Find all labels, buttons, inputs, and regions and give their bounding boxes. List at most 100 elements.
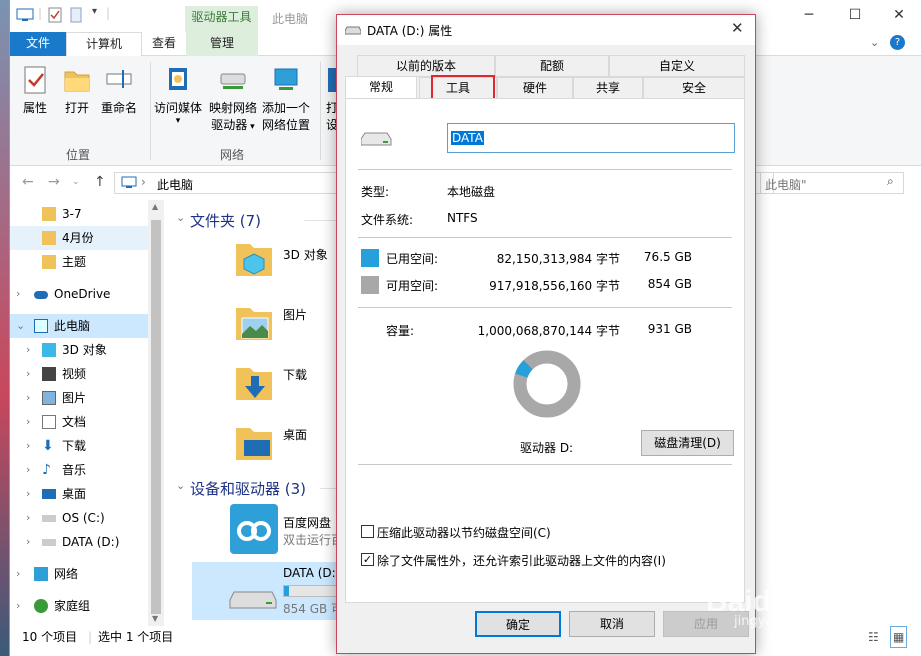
- forward-arrow-icon[interactable]: →: [48, 174, 60, 190]
- qat-separator: |: [38, 6, 43, 20]
- minimize-button[interactable]: ─: [786, 0, 832, 31]
- help-icon[interactable]: ?: [890, 35, 905, 50]
- network-drive-icon: [220, 73, 246, 89]
- compress-checkbox[interactable]: [361, 525, 374, 538]
- nav-label: OS (C:): [62, 511, 105, 525]
- collapse-chevron-icon[interactable]: ⌄: [176, 211, 185, 224]
- status-item-count: 10 个项目: [22, 630, 78, 644]
- up-arrow-icon[interactable]: ↑: [94, 174, 106, 190]
- nav-item-april[interactable]: 4月份: [10, 226, 148, 250]
- volume-name-input[interactable]: DATA: [447, 123, 735, 153]
- nav-item-c-drive[interactable]: › OS (C:): [10, 506, 148, 530]
- homegroup-icon: [34, 599, 48, 613]
- desktop-icon: [42, 489, 56, 499]
- desktop-folder-icon[interactable]: [232, 420, 276, 464]
- hard-drive-icon: [229, 591, 277, 609]
- add-location-label-2: 网络位置: [261, 118, 310, 132]
- tab-security[interactable]: 安全: [643, 77, 745, 99]
- nav-item-homegroup[interactable]: › 家庭组: [10, 594, 148, 618]
- open-button[interactable]: 打开: [62, 64, 92, 117]
- baidu-netdisk-label[interactable]: 百度网盘: [283, 514, 331, 531]
- dialog-title: DATA (D:) 属性: [367, 24, 453, 38]
- baidu-netdisk-icon[interactable]: [230, 504, 278, 554]
- recent-locations-icon[interactable]: ⌄: [72, 177, 80, 187]
- nav-label: 3D 对象: [62, 343, 107, 357]
- map-network-drive-button[interactable]: 映射网络 驱动器 ▾: [208, 64, 258, 136]
- new-folder-qat-icon[interactable]: [70, 7, 82, 23]
- nav-item-d-drive[interactable]: › DATA (D:): [10, 530, 148, 554]
- tab-previous-versions[interactable]: 以前的版本: [357, 55, 495, 77]
- tab-view[interactable]: 查看: [142, 32, 186, 56]
- nav-item-music[interactable]: › ♪ 音乐: [10, 458, 148, 482]
- nav-item-videos[interactable]: › 视频: [10, 362, 148, 386]
- back-arrow-icon[interactable]: ←: [22, 174, 34, 190]
- folder-label[interactable]: 桌面: [283, 426, 307, 443]
- nav-item-onedrive[interactable]: › OneDrive: [10, 282, 148, 306]
- divider: [358, 464, 732, 465]
- collapse-chevron-icon[interactable]: ⌄: [176, 479, 185, 492]
- tab-manage[interactable]: 管理: [186, 32, 258, 56]
- 3d-objects-folder-icon[interactable]: [232, 236, 276, 280]
- nav-item-this-pc[interactable]: ⌄ 此电脑: [10, 314, 148, 338]
- type-label: 类型:: [361, 185, 390, 199]
- tab-hardware[interactable]: 硬件: [497, 77, 573, 99]
- folders-section-header[interactable]: 文件夹 (7): [190, 210, 261, 231]
- ok-button[interactable]: 确定: [475, 611, 561, 637]
- cancel-button[interactable]: 取消: [569, 611, 655, 637]
- access-media-button[interactable]: 访问媒体 ▾: [152, 64, 204, 126]
- folder-label[interactable]: 下载: [283, 366, 307, 383]
- nav-item-network[interactable]: › 网络: [10, 562, 148, 586]
- capacity-bytes: 1,000,068,870,144 字节: [477, 324, 620, 338]
- nav-label: 图片: [62, 391, 87, 405]
- scroll-up-icon[interactable]: ▲: [152, 202, 158, 211]
- close-button[interactable]: ✕: [876, 0, 921, 31]
- usage-bar-fill: [284, 586, 289, 596]
- properties-button[interactable]: 属性: [20, 64, 50, 117]
- ribbon-collapse-icon[interactable]: ⌄: [870, 36, 879, 49]
- nav-item-theme[interactable]: 主题: [10, 250, 148, 274]
- desktop-background: [0, 0, 9, 656]
- nav-label: 音乐: [62, 463, 87, 477]
- disk-cleanup-button[interactable]: 磁盘清理(D): [641, 430, 734, 456]
- nav-label: 3-7: [62, 207, 82, 221]
- folder-icon: [42, 207, 56, 221]
- free-space-gb: 854 GB: [647, 277, 692, 291]
- pictures-folder-icon[interactable]: [232, 300, 276, 344]
- divider: [358, 237, 732, 238]
- index-label[interactable]: 除了文件属性外，还允许索引此驱动器上文件的内容(I): [377, 552, 666, 569]
- qat-dropdown-icon[interactable]: ▾: [92, 6, 97, 17]
- nav-item-pictures[interactable]: › 图片: [10, 386, 148, 410]
- tiles-view-icon[interactable]: ▦: [890, 626, 908, 648]
- nav-item-3d[interactable]: › 3D 对象: [10, 338, 148, 362]
- downloads-folder-icon[interactable]: [232, 360, 276, 404]
- dialog-close-button[interactable]: ✕: [731, 19, 744, 37]
- maximize-button[interactable]: ☐: [832, 0, 878, 31]
- compress-label[interactable]: 压缩此驱动器以节约磁盘空间(C): [377, 524, 551, 541]
- add-network-location-button[interactable]: 添加一个 网络位置: [260, 64, 312, 134]
- properties-label: 属性: [22, 101, 47, 115]
- tab-quota[interactable]: 配额: [495, 55, 609, 77]
- nav-scrollbar-thumb[interactable]: [151, 220, 161, 614]
- nav-item-desktop[interactable]: › 桌面: [10, 482, 148, 506]
- nav-item-documents[interactable]: › 文档: [10, 410, 148, 434]
- folder-label[interactable]: 图片: [283, 306, 307, 323]
- nav-item-downloads[interactable]: › ⬇ 下载: [10, 434, 148, 458]
- details-view-icon[interactable]: ☷: [868, 627, 879, 647]
- scroll-down-icon[interactable]: ▼: [152, 614, 158, 623]
- search-input[interactable]: 此电脑" ⌕: [760, 172, 904, 194]
- folder-label[interactable]: 3D 对象: [283, 246, 328, 263]
- network-location-icon: [274, 68, 298, 90]
- tab-general[interactable]: 常规: [345, 76, 417, 100]
- devices-section-header[interactable]: 设备和驱动器 (3): [190, 478, 306, 499]
- tab-computer[interactable]: 计算机: [66, 32, 142, 56]
- tab-file[interactable]: 文件: [10, 32, 66, 56]
- nav-label: 网络: [54, 567, 79, 581]
- rename-button[interactable]: 重命名: [98, 64, 140, 117]
- tab-customize[interactable]: 自定义: [609, 55, 745, 77]
- tab-sharing[interactable]: 共享: [573, 77, 643, 99]
- chevron-right-icon: ›: [26, 487, 31, 500]
- nav-item-3-7[interactable]: 3-7: [10, 202, 148, 226]
- index-checkbox[interactable]: ✓: [361, 553, 374, 566]
- status-separator: |: [88, 630, 93, 644]
- properties-qat-icon[interactable]: [48, 7, 62, 23]
